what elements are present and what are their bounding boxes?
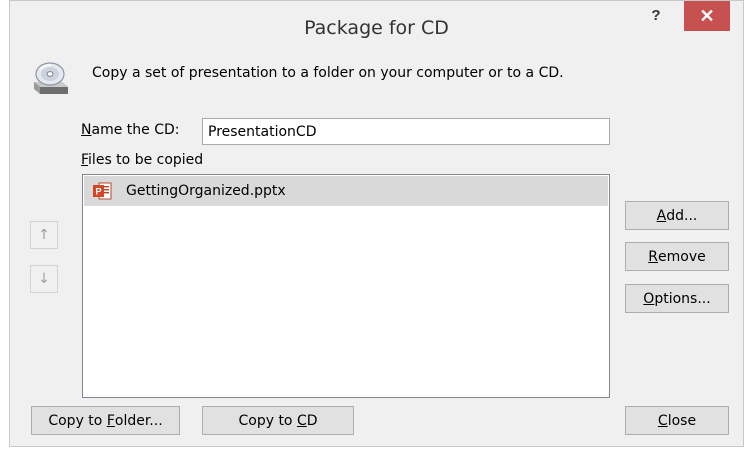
cd-drive-icon <box>34 62 68 94</box>
move-down-button[interactable]: ↓ <box>30 265 58 293</box>
close-window-button[interactable]: ✕ <box>684 1 730 31</box>
dialog-title: Package for CD <box>304 17 449 39</box>
title-bar: Package for CD ? ✕ <box>10 1 743 56</box>
svg-text:P: P <box>95 187 101 197</box>
remove-button[interactable]: Remove <box>625 242 729 271</box>
copy-to-folder-button[interactable]: Copy to Folder... <box>31 406 180 435</box>
options-button[interactable]: Options... <box>625 284 729 313</box>
arrow-up-icon: ↑ <box>38 227 50 243</box>
cd-name-input[interactable] <box>202 118 610 145</box>
move-up-button[interactable]: ↑ <box>30 221 58 249</box>
file-name: GettingOrganized.pptx <box>126 183 286 199</box>
arrow-down-icon: ↓ <box>38 271 50 287</box>
dialog-description: Copy a set of presentation to a folder o… <box>92 65 564 81</box>
add-button[interactable]: Add... <box>625 201 729 230</box>
name-the-cd-label: Name the CD: <box>81 122 180 138</box>
close-icon: ✕ <box>699 5 715 26</box>
files-list[interactable]: P GettingOrganized.pptx <box>82 174 610 398</box>
copy-to-cd-button[interactable]: Copy to CD <box>202 406 354 435</box>
package-for-cd-dialog: Package for CD ? ✕ Copy a set of present… <box>9 0 744 447</box>
files-to-be-copied-label: Files to be copied <box>81 152 204 168</box>
close-button[interactable]: Close <box>625 406 729 435</box>
help-button[interactable]: ? <box>644 7 668 31</box>
list-item[interactable]: P GettingOrganized.pptx <box>84 176 608 206</box>
powerpoint-file-icon: P <box>93 182 112 200</box>
